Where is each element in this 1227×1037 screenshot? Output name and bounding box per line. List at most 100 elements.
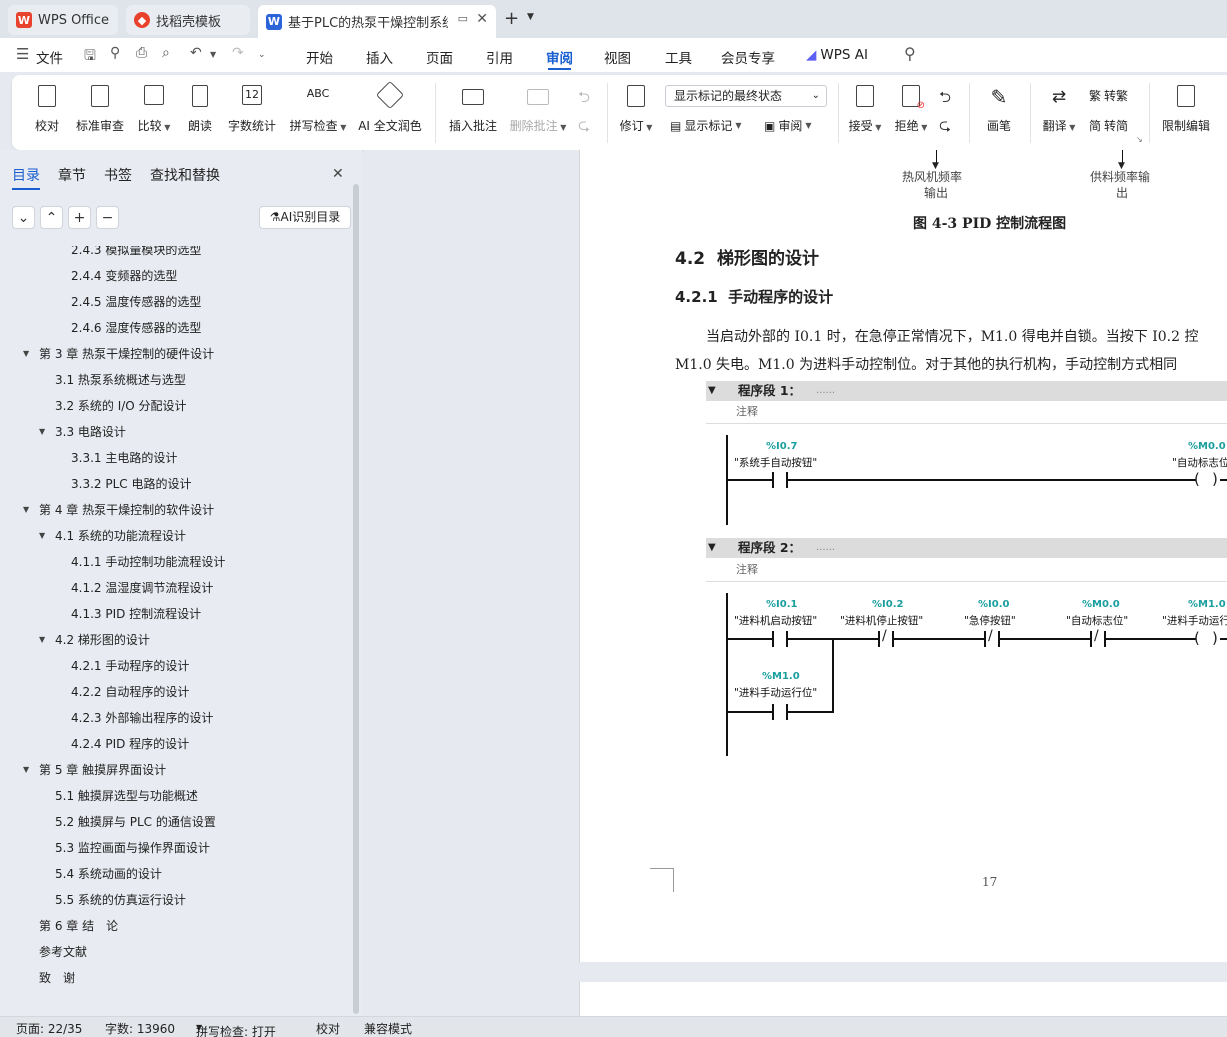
group-expand-icon[interactable]: ↘ [1136, 135, 1143, 144]
toc-item[interactable]: ▼ 3.3 电路设计 [39, 422, 126, 442]
tab-wps-office[interactable]: W WPS Office [8, 5, 118, 35]
collapse-down-icon[interactable]: ⌄ [12, 206, 35, 229]
program-segment-1-header[interactable]: ▼ 程序段 1： ...... [706, 381, 1227, 401]
next-change-icon[interactable]: ⮎ [939, 115, 951, 140]
status-proofread[interactable]: 校对 [316, 1020, 340, 1037]
tab-document[interactable]: W 基于PLC的热泵干燥控制系统 ▭ ✕ [258, 5, 496, 38]
menu-wps-ai[interactable]: ◢ WPS AI [806, 47, 868, 63]
expand-triangle-icon[interactable]: ▼ [39, 630, 45, 650]
hamburger-icon[interactable]: ☰ [16, 45, 29, 63]
prev-comment-icon[interactable]: ⮌ [578, 87, 590, 112]
toc-item[interactable]: 致 谢 [39, 968, 75, 988]
toc-item[interactable]: 5.4 系统动画的设计 [55, 864, 162, 884]
reject-button[interactable]: ⊘ 拒绝 ▼ [892, 81, 930, 134]
toc-item[interactable]: 2.4.5 温度传感器的选型 [71, 292, 201, 312]
segment-2-comment[interactable]: 注释 [706, 560, 1227, 582]
close-icon[interactable]: ✕ [476, 11, 488, 27]
search-icon[interactable]: ⚲ [904, 44, 916, 63]
status-word-count[interactable]: 字数: 13960 [105, 1020, 175, 1037]
menu-tools[interactable]: 工具 [665, 47, 692, 67]
standard-review-button[interactable]: 标准审查 [74, 81, 126, 134]
word-count-button[interactable]: 12 字数统计 [226, 81, 278, 134]
toc-item[interactable]: 3.1 热泵系统概述与选型 [55, 370, 186, 390]
proofread-button[interactable]: 校对 [30, 81, 64, 134]
collapse-up-icon[interactable]: ⌃ [40, 206, 63, 229]
delete-comment-button[interactable]: 删除批注 ▼ [508, 81, 568, 134]
toc-item[interactable]: 4.2.2 自动程序的设计 [71, 682, 189, 702]
toc-item[interactable]: 4.1.3 PID 控制流程设计 [71, 604, 201, 624]
to-traditional-button[interactable]: 繁转繁 [1089, 87, 1128, 104]
toc-item[interactable]: 4.1.2 温湿度调节流程设计 [71, 578, 213, 598]
expand-triangle-icon[interactable]: ▼ [23, 344, 29, 364]
translate-button[interactable]: ⇄ 翻译 ▼ [1040, 81, 1078, 134]
monitor-icon[interactable]: ▭ [458, 12, 468, 25]
program-segment-2-header[interactable]: ▼ 程序段 2： ...... [706, 538, 1227, 558]
remove-heading-icon[interactable]: − [96, 206, 119, 229]
close-pane-icon[interactable]: ✕ [332, 166, 344, 182]
toc-item[interactable]: 3.2 系统的 I/O 分配设计 [55, 396, 187, 416]
toc-item[interactable]: ▼ 4.2 梯形图的设计 [39, 630, 150, 650]
tab-toc[interactable]: 目录 [12, 165, 40, 190]
prev-change-icon[interactable]: ⮌ [939, 87, 951, 112]
menu-page[interactable]: 页面 [426, 47, 453, 67]
toc-item[interactable]: 2.4.3 模拟量模块的选型 [71, 246, 201, 260]
link-icon[interactable]: ⚲ [110, 45, 120, 61]
toc-item[interactable]: 5.2 触摸屏与 PLC 的通信设置 [55, 812, 216, 832]
spell-check-button[interactable]: ABC 拼写检查 ▼ [288, 81, 348, 134]
tab-find-replace[interactable]: 查找和替换 [150, 165, 220, 185]
tab-bookmark[interactable]: 书签 [104, 165, 132, 185]
review-pane-button[interactable]: ▣ 审阅 ▼ [764, 117, 812, 134]
toc-scrollbar[interactable] [353, 184, 359, 1014]
restrict-edit-button[interactable]: 限制编辑 [1160, 81, 1212, 134]
accept-button[interactable]: 接受 ▼ [846, 81, 884, 134]
menu-file[interactable]: 文件 [36, 47, 63, 67]
toc-item[interactable]: 第 6 章 结 论 [39, 916, 118, 936]
expand-triangle-icon[interactable]: ▼ [39, 422, 45, 442]
print-preview-icon[interactable]: ⌕ [162, 45, 170, 61]
toc-item[interactable]: 2.4.6 湿度传感器的选型 [71, 318, 201, 338]
save-icon[interactable]: 🖫 [84, 45, 96, 69]
show-markup-button[interactable]: ▤ 显示标记 ▼ [670, 117, 742, 134]
toc-item[interactable]: ▼ 4.1 系统的功能流程设计 [39, 526, 186, 546]
menu-insert[interactable]: 插入 [366, 47, 393, 67]
next-comment-icon[interactable]: ⮎ [578, 115, 590, 140]
toc-item[interactable]: 5.3 监控画面与操作界面设计 [55, 838, 210, 858]
toc-item[interactable]: ▼ 第 4 章 热泵干燥控制的软件设计 [23, 500, 214, 520]
toc-item[interactable]: 4.2.3 外部输出程序的设计 [71, 708, 213, 728]
toc-item[interactable]: 4.1.1 手动控制功能流程设计 [71, 552, 225, 572]
expand-triangle-icon[interactable]: ▼ [23, 760, 29, 780]
menu-review[interactable]: 审阅 [546, 47, 573, 70]
markup-state-select[interactable]: 显示标记的最终状态 ⌄ [665, 85, 827, 107]
redo-icon[interactable]: ↷ [232, 45, 244, 61]
status-page[interactable]: 页面: 22/35 [16, 1020, 82, 1037]
undo-icon[interactable]: ↶ [190, 45, 202, 61]
toc-item[interactable]: 3.3.1 主电路的设计 [71, 448, 177, 468]
toc-item[interactable]: 5.1 触摸屏选型与功能概述 [55, 786, 198, 806]
tab-template[interactable]: ◆ 找稻壳模板 [126, 5, 250, 35]
add-heading-icon[interactable]: + [68, 206, 91, 229]
toc-item[interactable]: ▼ 第 3 章 热泵干燥控制的硬件设计 [23, 344, 214, 364]
expand-triangle-icon[interactable]: ▼ [23, 500, 29, 520]
read-aloud-button[interactable]: 朗读 [186, 81, 214, 134]
more-chevron-icon[interactable]: ⌄ [258, 50, 266, 60]
new-tab-plus-icon[interactable]: + [504, 8, 519, 29]
toc-item[interactable]: ▼ 第 5 章 触摸屏界面设计 [23, 760, 166, 780]
insert-comment-button[interactable]: 插入批注 [448, 81, 498, 134]
to-simplified-button[interactable]: 简转简 [1089, 117, 1128, 134]
compare-button[interactable]: 比较 ▼ [134, 81, 174, 134]
menu-reference[interactable]: 引用 [486, 47, 513, 67]
segment-1-comment[interactable]: 注释 [706, 402, 1227, 424]
pen-button[interactable]: ✎ 画笔 [982, 81, 1016, 134]
toc-item[interactable]: 4.2.4 PID 程序的设计 [71, 734, 189, 754]
menu-member[interactable]: 会员专享 [721, 47, 775, 67]
expand-triangle-icon[interactable]: ▼ [39, 526, 45, 546]
toc-item[interactable]: 5.5 系统的仿真运行设计 [55, 890, 186, 910]
toc-item[interactable]: 参考文献 [39, 942, 87, 962]
menu-start[interactable]: 开始 [306, 47, 333, 67]
toc-item[interactable]: 2.4.4 变频器的选型 [71, 266, 177, 286]
undo-dropdown-icon[interactable]: ▼ [210, 50, 216, 59]
tab-chapter[interactable]: 章节 [58, 165, 86, 185]
menu-view[interactable]: 视图 [604, 47, 631, 67]
print-icon[interactable]: ⎙ [136, 45, 147, 61]
tab-list-chevron-icon[interactable]: ▼ [527, 12, 534, 22]
